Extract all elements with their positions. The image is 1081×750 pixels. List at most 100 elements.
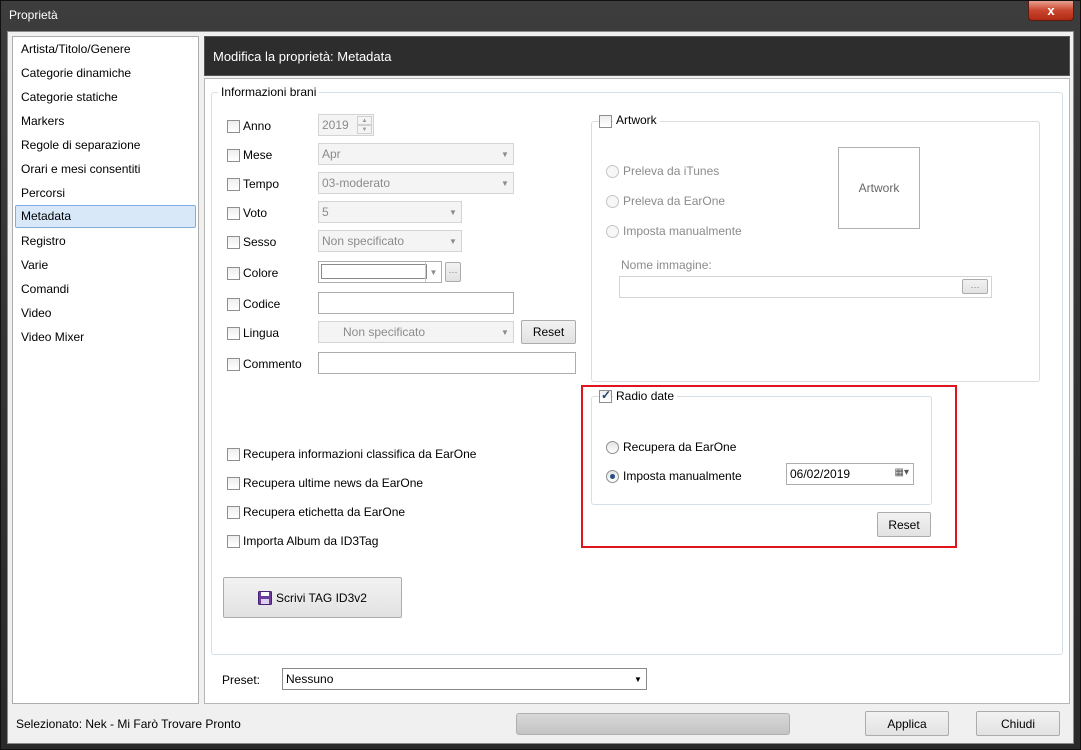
sidebar-item-percorsi[interactable]: Percorsi	[15, 182, 196, 205]
commento-label: Commento	[243, 357, 302, 371]
sidebar-item-video[interactable]: Video	[15, 302, 196, 325]
recupera-classifica-checkbox[interactable]	[227, 448, 240, 461]
sidebar-item-regole[interactable]: Regole di separazione	[15, 134, 196, 157]
lingua-select[interactable]: Non specificato ▼	[318, 321, 514, 343]
chevron-down-icon: ▼	[501, 178, 509, 188]
artwork-manual-label: Imposta manualmente	[623, 224, 742, 238]
mese-label: Mese	[243, 148, 273, 162]
lingua-reset-button[interactable]: Reset	[521, 320, 576, 344]
preset-value: Nessuno	[286, 672, 334, 686]
importa-album-checkbox[interactable]	[227, 535, 240, 548]
anno-label: Anno	[243, 119, 272, 133]
lingua-value: Non specificato	[343, 325, 426, 339]
recupera-etichetta-label: Recupera etichetta da EarOne	[243, 505, 406, 519]
preset-select[interactable]: Nessuno ▼	[282, 668, 647, 690]
codice-checkbox[interactable]	[227, 298, 240, 311]
sesso-checkbox[interactable]	[227, 236, 240, 249]
sidebar-item-categorie-dinamiche[interactable]: Categorie dinamiche	[15, 62, 196, 85]
browse-button[interactable]: ···	[962, 279, 988, 294]
colore-more-button[interactable]: ···	[445, 262, 461, 282]
apply-button[interactable]: Applica	[865, 711, 949, 736]
voto-checkbox[interactable]	[227, 207, 240, 220]
colore-checkbox[interactable]	[227, 267, 240, 280]
artwork-radio-itunes[interactable]	[606, 165, 619, 178]
artwork-preview-label: Artwork	[858, 181, 900, 195]
colore-label: Colore	[243, 266, 279, 280]
chevron-down-icon: ▼	[449, 236, 457, 246]
window-close-button[interactable]: x	[1028, 1, 1074, 21]
sidebar-item-video-mixer[interactable]: Video Mixer	[15, 326, 196, 349]
sidebar-item-categorie-statiche[interactable]: Categorie statiche	[15, 86, 196, 109]
codice-input[interactable]	[318, 292, 514, 314]
recupera-etichetta-checkbox[interactable]	[227, 506, 240, 519]
chevron-down-icon: ▼	[501, 327, 509, 337]
artwork-itunes-label: Preleva da iTunes	[623, 164, 720, 178]
chevron-down-icon: ▼	[449, 207, 457, 217]
importa-album-label: Importa Album da ID3Tag	[243, 534, 379, 548]
commento-input[interactable]	[318, 352, 576, 374]
recupera-news-checkbox[interactable]	[227, 477, 240, 490]
sidebar-item-orari[interactable]: Orari e mesi consentiti	[15, 158, 196, 181]
more-icon: ···	[448, 267, 458, 277]
voto-value: 5	[322, 205, 329, 219]
write-id3-tag-button[interactable]: Scrivi TAG ID3v2	[223, 577, 402, 618]
progress-bar	[516, 713, 790, 735]
sidebar-item-varie[interactable]: Varie	[15, 254, 196, 277]
artwork-checkbox[interactable]	[599, 115, 612, 128]
sidebar-item-artista[interactable]: Artista/Titolo/Genere	[15, 38, 196, 61]
lingua-reset-label: Reset	[532, 325, 565, 339]
info-group-label: Informazioni brani	[218, 85, 320, 99]
close-button[interactable]: Chiudi	[976, 711, 1060, 736]
title-bar[interactable]: Proprietà x	[1, 1, 1080, 31]
artwork-radio-earone[interactable]	[606, 195, 619, 208]
lingua-checkbox[interactable]	[227, 327, 240, 340]
recupera-classifica-label: Recupera informazioni classifica da EarO…	[243, 447, 477, 461]
save-icon	[258, 590, 273, 605]
tempo-label: Tempo	[243, 177, 280, 191]
selection-status: Selezionato: Nek - Mi Farò Trovare Pront…	[16, 717, 241, 731]
lingua-label: Lingua	[243, 326, 280, 340]
sidebar-item-registro[interactable]: Registro	[15, 230, 196, 253]
artwork-radio-manual[interactable]	[606, 225, 619, 238]
sesso-select[interactable]: Non specificato ▼	[318, 230, 462, 252]
anno-value: 2019	[322, 118, 349, 132]
chevron-down-icon[interactable]: ▼	[425, 262, 441, 282]
more-icon: ···	[970, 281, 980, 292]
mese-select[interactable]: Apr ▼	[318, 143, 514, 165]
anno-spinner[interactable]: 2019 ▲ ▼	[318, 114, 374, 136]
artwork-label: Artwork	[613, 113, 660, 127]
tempo-select[interactable]: 03-moderato ▼	[318, 172, 514, 194]
tempo-checkbox[interactable]	[227, 178, 240, 191]
artwork-group	[591, 121, 1040, 382]
colore-field[interactable]: ▼	[318, 261, 442, 283]
image-name-input[interactable]: ···	[619, 276, 992, 298]
sesso-label: Sesso	[243, 235, 277, 249]
image-name-label: Nome immagine:	[621, 258, 712, 272]
tempo-value: 03-moderato	[322, 176, 391, 190]
spin-down-icon[interactable]: ▼	[357, 125, 372, 134]
artwork-preview[interactable]: Artwork	[838, 147, 920, 229]
preset-label: Preset:	[222, 673, 261, 687]
properties-window: Proprietà x Artista/Titolo/Genere Catego…	[0, 0, 1081, 750]
voto-select[interactable]: 5 ▼	[318, 201, 462, 223]
voto-label: Voto	[243, 206, 268, 220]
sidebar-item-markers[interactable]: Markers	[15, 110, 196, 133]
mese-checkbox[interactable]	[227, 149, 240, 162]
sidebar-item-comandi[interactable]: Comandi	[15, 278, 196, 301]
recupera-news-label: Recupera ultime news da EarOne	[243, 476, 424, 490]
dialog-client-area: Artista/Titolo/Genere Categorie dinamich…	[7, 31, 1074, 744]
radio-date-highlight	[581, 385, 957, 548]
anno-checkbox[interactable]	[227, 120, 240, 133]
page-title: Modifica la proprietà: Metadata	[213, 49, 392, 64]
artwork-earone-label: Preleva da EarOne	[623, 194, 726, 208]
category-list: Artista/Titolo/Genere Categorie dinamich…	[12, 36, 199, 704]
codice-label: Codice	[243, 297, 281, 311]
apply-label: Applica	[887, 716, 927, 731]
sesso-value: Non specificato	[322, 234, 405, 248]
commento-checkbox[interactable]	[227, 358, 240, 371]
chevron-down-icon: ▼	[501, 149, 509, 159]
spin-up-icon[interactable]: ▲	[357, 116, 372, 125]
close-label: Chiudi	[1000, 716, 1036, 731]
chevron-down-icon: ▼	[634, 674, 642, 684]
sidebar-item-metadata[interactable]: Metadata	[15, 205, 196, 228]
